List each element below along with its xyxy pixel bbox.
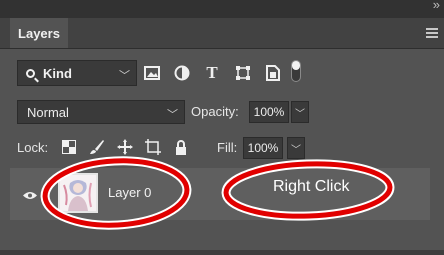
collapse-panel-icon[interactable]: »	[433, 0, 440, 12]
fill-dropdown[interactable]: ﹀	[287, 137, 305, 159]
filter-kind-select[interactable]: Kind ﹀	[17, 60, 137, 86]
layer-row[interactable]: Layer 0 Right Click	[10, 168, 430, 220]
chevron-down-icon: ﹀	[167, 109, 178, 121]
smart-object-filter-icon[interactable]	[264, 64, 282, 82]
tab-layers[interactable]: Layers	[10, 18, 68, 48]
blend-mode-select[interactable]: Normal ﹀	[17, 100, 185, 124]
layer-filter-row: Kind ﹀ T	[10, 60, 430, 88]
lock-transparent-pixels-icon[interactable]	[60, 138, 78, 156]
panel-tab-bar: Layers	[0, 18, 444, 49]
lock-position-icon[interactable]	[116, 138, 134, 156]
shape-filter-icon[interactable]	[234, 64, 252, 82]
chevron-down-icon: ﹀	[119, 70, 130, 82]
type-filter-icon[interactable]: T	[203, 63, 221, 82]
lock-image-pixels-icon[interactable]	[88, 138, 106, 156]
filter-kind-label: Kind	[43, 65, 72, 81]
lock-all-icon[interactable]	[172, 138, 190, 156]
image-filter-icon[interactable]	[143, 64, 161, 82]
hamburger-icon[interactable]	[426, 28, 438, 38]
blend-mode-value: Normal	[27, 104, 69, 120]
blend-row: Normal ﹀ Opacity: 100% ﹀	[17, 100, 417, 126]
right-click-annotation-label: Right Click	[273, 178, 350, 195]
panel-top-strip: »	[0, 0, 444, 18]
opacity-field[interactable]: 100%	[249, 101, 289, 123]
layer-thumbnail[interactable]	[58, 173, 98, 213]
eye-icon[interactable]	[23, 187, 37, 199]
lock-label: Lock:	[17, 140, 49, 155]
lock-artboard-icon[interactable]	[144, 138, 162, 156]
lock-row: Lock: Fill: 100% ﹀	[17, 136, 417, 160]
search-icon	[26, 68, 35, 78]
adjustment-filter-icon[interactable]	[173, 64, 191, 82]
panel-bottom-edge	[0, 250, 444, 255]
opacity-dropdown[interactable]: ﹀	[291, 101, 309, 123]
fill-label: Fill:	[217, 140, 238, 155]
fill-field[interactable]: 100%	[243, 137, 283, 159]
opacity-label: Opacity:	[191, 104, 239, 119]
layer-name[interactable]: Layer 0	[108, 185, 151, 200]
filter-toggle[interactable]	[291, 60, 301, 82]
